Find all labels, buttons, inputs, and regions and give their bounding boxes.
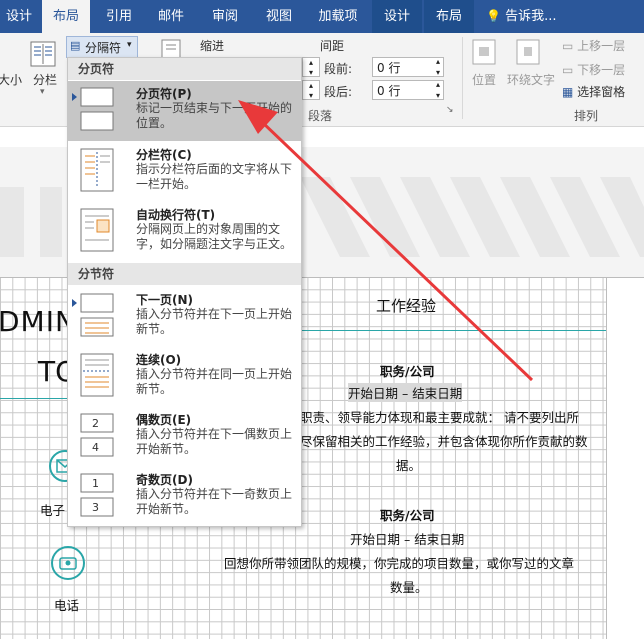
annotation-arrow xyxy=(238,100,534,382)
